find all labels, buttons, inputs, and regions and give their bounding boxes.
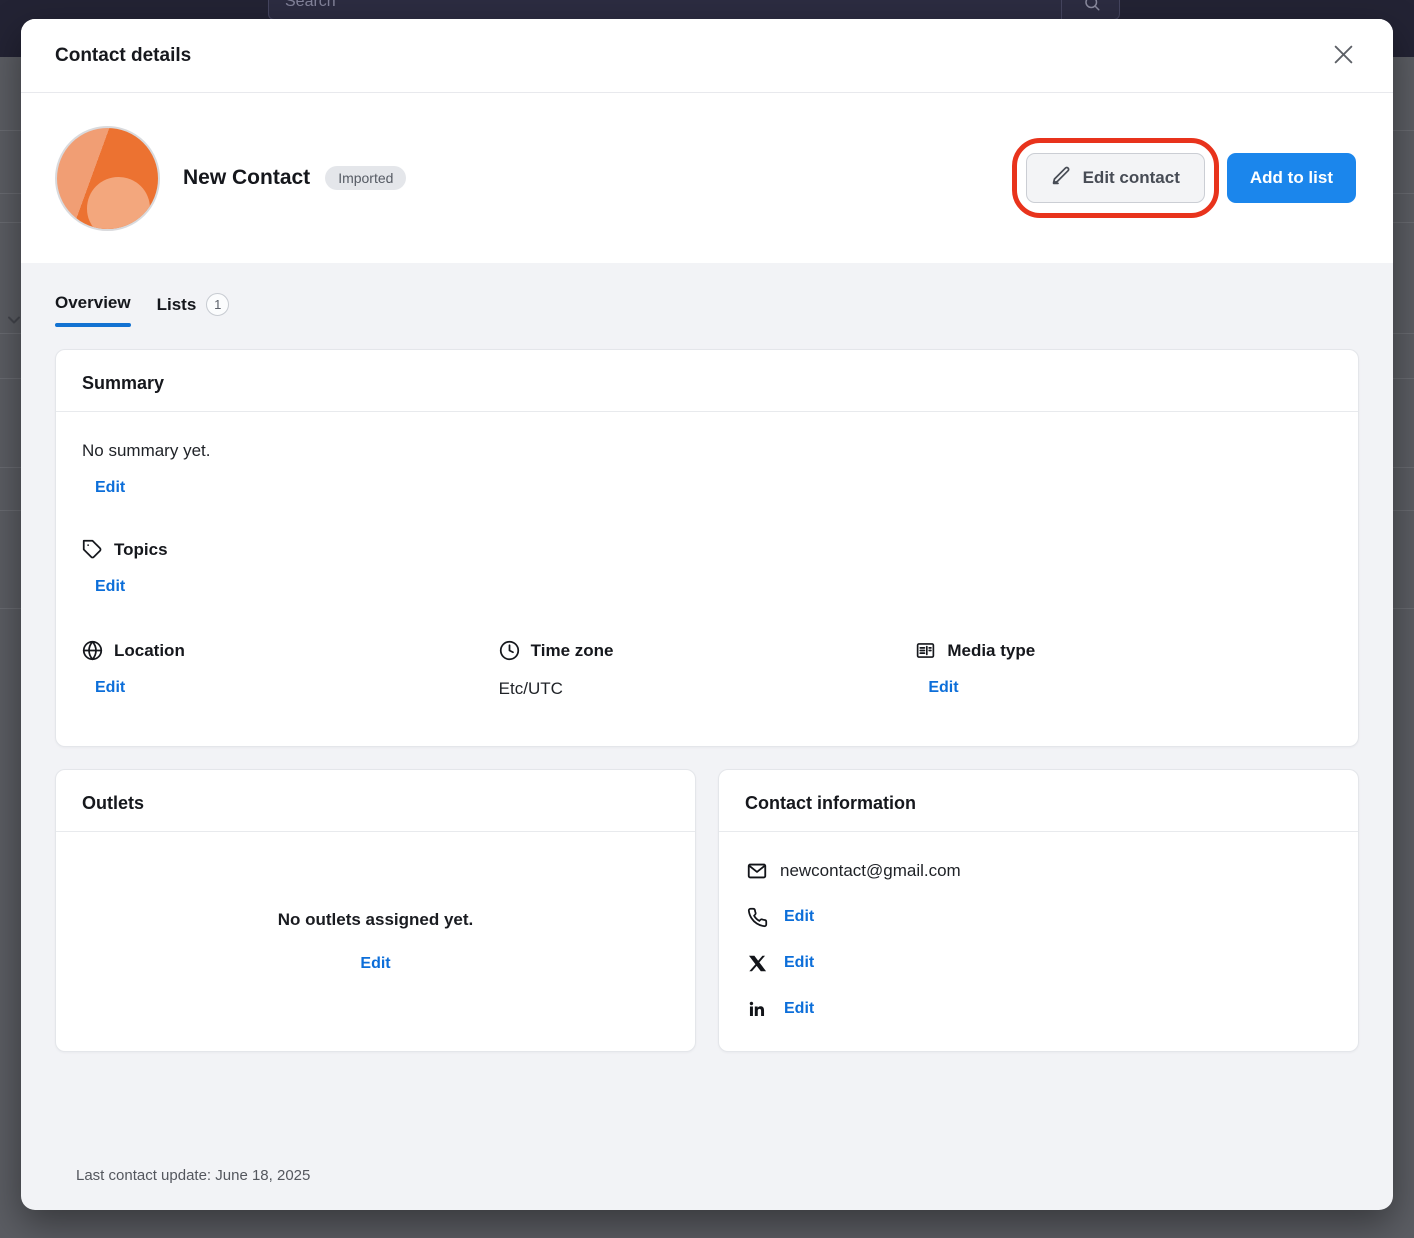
search-divider xyxy=(1061,0,1062,19)
clock-icon xyxy=(499,640,520,661)
close-button[interactable] xyxy=(1328,39,1359,73)
x-logo-icon xyxy=(745,954,769,973)
active-tab-underline xyxy=(55,323,131,327)
email-value: newcontact@gmail.com xyxy=(780,861,961,881)
phone-icon xyxy=(745,907,769,928)
contact-information-card: Contact information newcontact@gmail.com… xyxy=(718,769,1359,1052)
imported-badge: Imported xyxy=(325,166,406,190)
search-input[interactable]: Search xyxy=(268,0,1120,20)
email-row: newcontact@gmail.com xyxy=(745,859,1332,883)
location-label: Location xyxy=(114,641,185,661)
edit-contact-button[interactable]: Edit contact xyxy=(1026,153,1205,203)
location-column: Location Edit xyxy=(82,640,499,699)
outlets-card: Outlets No outlets assigned yet. Edit xyxy=(55,769,696,1052)
annotation-highlight-ring: Edit contact xyxy=(1012,138,1219,218)
x-row: Edit xyxy=(745,951,1332,975)
tab-lists-label: Lists xyxy=(157,295,197,315)
tag-icon xyxy=(82,539,103,560)
outlets-title: Outlets xyxy=(56,770,695,832)
close-icon xyxy=(1330,41,1357,71)
contact-information-title: Contact information xyxy=(719,770,1358,832)
modal-title: Contact details xyxy=(55,45,191,67)
last-update-text: Last contact update: June 18, 2025 xyxy=(55,1167,1359,1184)
topics-label: Topics xyxy=(114,540,168,560)
timezone-label: Time zone xyxy=(531,641,614,661)
linkedin-row: Edit xyxy=(745,997,1332,1021)
modal-body: Overview Lists 1 Summary No summary yet.… xyxy=(21,263,1393,1210)
phone-row: Edit xyxy=(745,905,1332,929)
outlets-empty-text: No outlets assigned yet. xyxy=(278,910,474,930)
pencil-icon xyxy=(1051,165,1072,191)
topics-edit-link[interactable]: Edit xyxy=(95,578,125,596)
media-type-column: Media type Edit xyxy=(915,640,1332,699)
contact-details-modal: Contact details New Contact Imported Edi… xyxy=(21,19,1393,1210)
summary-title: Summary xyxy=(56,350,1358,412)
topics-section: Topics xyxy=(82,539,1332,560)
timezone-column: Time zone Etc/UTC xyxy=(499,640,916,699)
globe-icon xyxy=(82,640,103,661)
tab-overview-label: Overview xyxy=(55,293,131,313)
avatar xyxy=(55,126,160,231)
media-type-edit-link[interactable]: Edit xyxy=(928,679,958,697)
linkedin-icon xyxy=(745,999,769,1019)
tab-overview[interactable]: Overview xyxy=(55,293,131,327)
tab-lists[interactable]: Lists 1 xyxy=(157,293,230,316)
x-edit-link[interactable]: Edit xyxy=(784,954,814,972)
contact-name: New Contact xyxy=(183,166,310,190)
search-placeholder: Search xyxy=(285,0,336,11)
edit-contact-label: Edit contact xyxy=(1083,168,1180,188)
location-edit-link[interactable]: Edit xyxy=(95,679,125,697)
mail-icon xyxy=(745,860,769,882)
summary-empty-text: No summary yet. xyxy=(82,441,1332,461)
summary-edit-link[interactable]: Edit xyxy=(95,479,125,497)
modal-header: Contact details xyxy=(21,19,1393,93)
search-icon[interactable] xyxy=(1083,0,1101,17)
outlets-edit-link[interactable]: Edit xyxy=(360,955,390,973)
summary-card: Summary No summary yet. Edit Topics Edit xyxy=(55,349,1359,747)
media-type-label: Media type xyxy=(947,641,1035,661)
linkedin-edit-link[interactable]: Edit xyxy=(784,1000,814,1018)
profile-section: New Contact Imported Edit contact Add to… xyxy=(21,93,1393,263)
tabs: Overview Lists 1 xyxy=(55,293,1359,327)
attributes-grid: Location Edit Time zone Etc/UTC xyxy=(82,640,1332,699)
add-to-list-button[interactable]: Add to list xyxy=(1227,153,1356,203)
lists-count-badge: 1 xyxy=(206,293,229,316)
newspaper-icon xyxy=(915,640,936,661)
phone-edit-link[interactable]: Edit xyxy=(784,908,814,926)
timezone-value: Etc/UTC xyxy=(499,679,916,699)
